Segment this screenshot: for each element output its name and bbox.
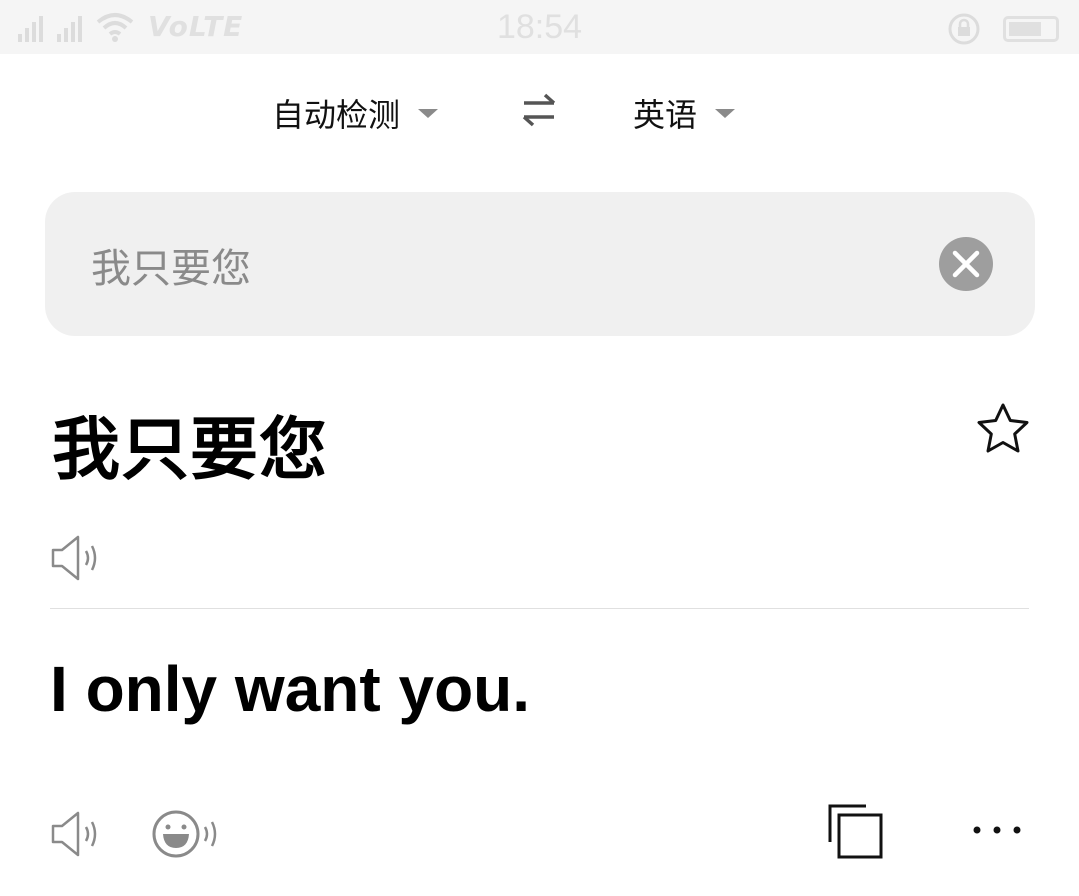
target-language-label: 英语 <box>633 96 698 134</box>
source-input[interactable]: 我只要您 <box>91 236 251 294</box>
input-card[interactable]: 我只要您 <box>45 192 1035 336</box>
chevron-down-icon <box>418 108 439 118</box>
clear-button[interactable] <box>939 237 993 291</box>
source-language-selector[interactable]: 自动检测 <box>272 90 439 136</box>
clear-icon <box>952 250 980 278</box>
copy-icon[interactable] <box>826 802 886 862</box>
target-language-selector[interactable]: 英语 <box>633 90 736 136</box>
source-language-label: 自动检测 <box>272 96 401 134</box>
status-bar: VoLTE 18:54 <box>0 0 1079 54</box>
swap-arrows-icon[interactable] <box>520 92 558 128</box>
source-text: 我只要您 <box>52 411 329 490</box>
divider <box>50 608 1029 609</box>
lock-rotation-icon <box>948 13 980 45</box>
battery-icon <box>1003 16 1059 42</box>
star-icon[interactable] <box>973 400 1033 460</box>
smiley-speaker-icon[interactable] <box>150 806 222 862</box>
translation-text: I only want you. <box>50 653 531 725</box>
more-icon[interactable] <box>970 815 1024 845</box>
speaker-icon[interactable] <box>50 534 102 582</box>
speaker-icon[interactable] <box>50 810 102 858</box>
language-bar: 自动检测 英语 <box>0 80 1079 144</box>
status-right <box>947 12 1059 46</box>
clock: 18:54 <box>496 8 583 46</box>
chevron-down-icon <box>715 108 736 118</box>
